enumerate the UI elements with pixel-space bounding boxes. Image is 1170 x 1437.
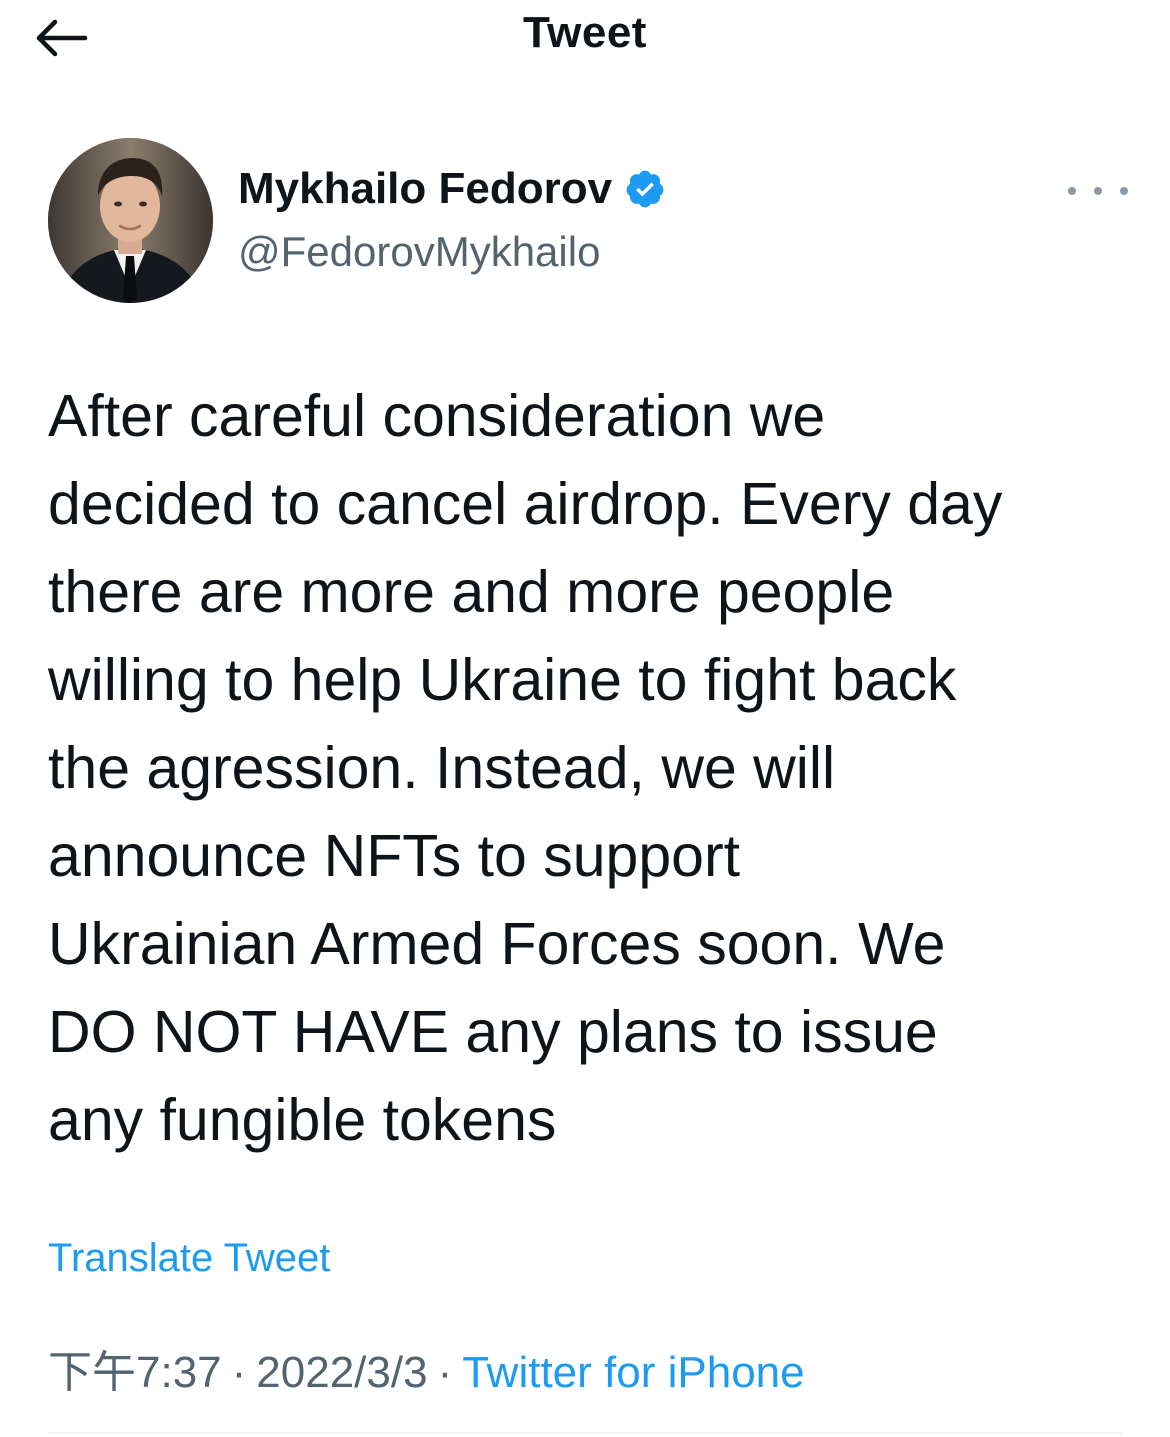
more-options-button[interactable]: [1068, 176, 1128, 206]
more-dot: [1120, 187, 1128, 195]
meta-separator: ·: [231, 1348, 247, 1397]
divider: [48, 1432, 1122, 1434]
more-dot: [1094, 187, 1102, 195]
translate-tweet-link[interactable]: Translate Tweet: [48, 1236, 330, 1281]
avatar-portrait: [48, 138, 213, 303]
avatar[interactable]: [48, 138, 213, 303]
meta-separator: ·: [437, 1348, 453, 1397]
tweet-time: 下午7:37: [48, 1348, 222, 1397]
more-dot: [1068, 187, 1076, 195]
tweet-date: 2022/3/3: [256, 1348, 428, 1397]
tweet-source-link[interactable]: Twitter for iPhone: [462, 1348, 804, 1397]
tweet-text: After careful consideration we decided t…: [48, 383, 1003, 1153]
user-handle[interactable]: @FedorovMykhailo: [238, 228, 600, 276]
top-bar: Tweet: [0, 0, 1170, 80]
tweet-author: Mykhailo Fedorov @FedorovMykhailo: [48, 138, 1128, 308]
display-name-row: Mykhailo Fedorov: [238, 164, 666, 214]
display-name[interactable]: Mykhailo Fedorov: [238, 164, 612, 214]
verified-badge-icon: [626, 170, 664, 208]
tweet-meta: 下午7:37 · 2022/3/3 · Twitter for iPhone: [48, 1336, 805, 1400]
page-title: Tweet: [523, 8, 647, 57]
